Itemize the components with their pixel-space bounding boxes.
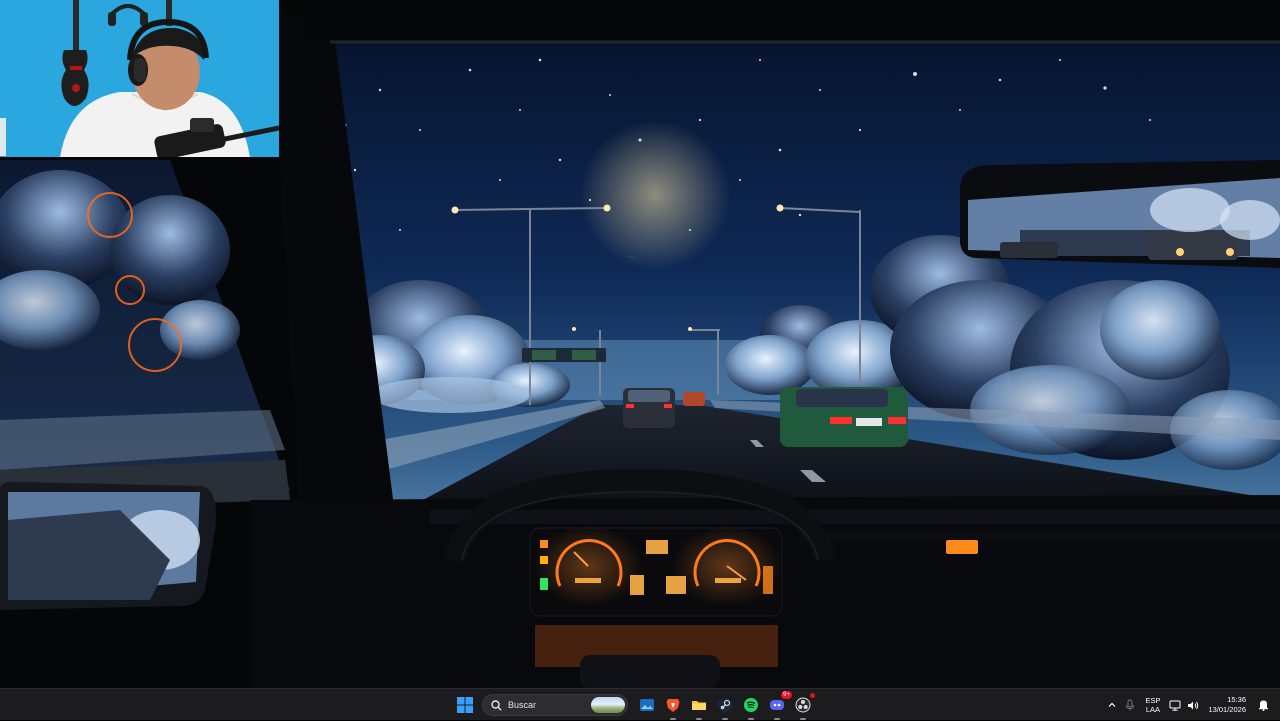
discord-badge: 9+ xyxy=(781,691,792,699)
search-icon xyxy=(491,699,502,711)
show-hidden-icons-button[interactable] xyxy=(1105,698,1119,712)
webcam-overlay xyxy=(0,0,279,157)
gallery-icon xyxy=(640,699,654,711)
steam-icon xyxy=(718,698,732,712)
search-highlight-image xyxy=(591,697,625,713)
chevron-up-icon xyxy=(1109,702,1116,707)
speaker-icon xyxy=(1188,701,1199,709)
taskbar-app-steam[interactable] xyxy=(714,694,736,720)
system-tray: ESP LAA 15:36 13/01/2026 xyxy=(1103,689,1280,721)
obs-recording-dot xyxy=(810,693,815,698)
windows-logo-icon xyxy=(457,697,473,713)
obs-icon xyxy=(795,697,811,713)
folder-icon xyxy=(692,701,706,710)
taskbar-app-brave[interactable] xyxy=(662,694,684,720)
microphone-icon xyxy=(1126,699,1135,711)
taskbar: Buscar 9+ ESP LAA 15:36 13/01/2026 xyxy=(0,688,1280,720)
bell-icon xyxy=(1258,700,1268,711)
keyboard-layout: LAA xyxy=(1145,705,1161,714)
clock[interactable]: 15:36 13/01/2026 xyxy=(1208,695,1246,715)
language-indicator[interactable]: ESP LAA xyxy=(1145,696,1160,714)
discord-icon xyxy=(770,700,784,710)
language-code: ESP xyxy=(1145,696,1161,705)
clock-time: 15:36 xyxy=(1227,695,1246,704)
network-button[interactable] xyxy=(1168,698,1182,712)
volume-button[interactable] xyxy=(1186,698,1200,712)
search-box[interactable]: Buscar xyxy=(482,694,628,716)
taskbar-app-discord[interactable]: 9+ xyxy=(766,691,792,720)
brave-lion-icon xyxy=(666,699,680,712)
taskbar-app-gallery[interactable] xyxy=(636,694,658,716)
spotify-icon xyxy=(744,698,758,712)
taskbar-apps: Buscar 9+ xyxy=(452,689,816,721)
microphone-tray-button[interactable] xyxy=(1123,698,1137,712)
network-monitor-icon xyxy=(1169,700,1181,711)
taskbar-app-file-explorer[interactable] xyxy=(688,694,710,720)
clock-date: 13/01/2026 xyxy=(1208,705,1246,714)
start-button[interactable] xyxy=(454,694,476,716)
taskbar-app-obs[interactable] xyxy=(792,693,815,720)
notifications-button[interactable] xyxy=(1256,698,1270,712)
search-placeholder: Buscar xyxy=(508,700,537,710)
taskbar-app-spotify[interactable] xyxy=(740,694,762,720)
